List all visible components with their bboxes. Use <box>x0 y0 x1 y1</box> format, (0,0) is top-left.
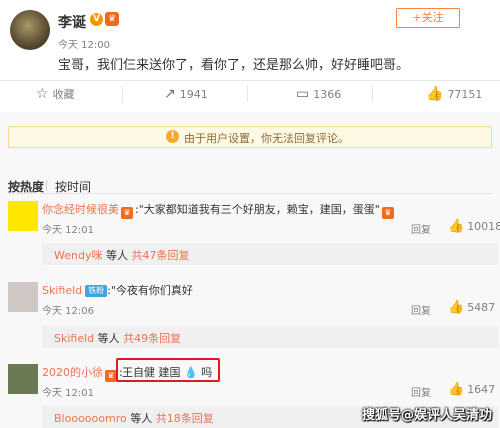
thumbs-up-icon: 👍 <box>448 300 465 315</box>
comment-row: Skifield 铁粉:"今夜有你们真好 <box>42 284 193 297</box>
thumbs-up-icon: 👍 <box>426 86 444 102</box>
sub-reply-user[interactable]: Skifield <box>54 332 94 345</box>
comment-row: 你念经时候很美 ♛:"大家都知道我有三个好朋友，赖宝，建国，蛋蛋" ♛ <box>42 201 396 219</box>
sort-divider <box>46 180 47 191</box>
fan-badge-icon: ♛ <box>121 207 133 219</box>
sub-reply-mid: 等人 <box>97 332 120 345</box>
sub-reply-count-link[interactable]: 共49条回复 <box>123 332 181 345</box>
comment-like-button[interactable]: 👍 1647 <box>448 382 495 397</box>
sub-reply-count-link[interactable]: 共18条回复 <box>156 412 214 425</box>
verified-badge-icon: V <box>90 13 103 26</box>
sort-underline <box>8 193 492 194</box>
reply-button[interactable]: 回复 <box>411 384 431 399</box>
comment-text: "大家都知道我有三个好朋友，赖宝，建国，蛋蛋" <box>138 203 380 216</box>
highlight-box <box>116 358 220 382</box>
collect-button[interactable]: ☆ 收藏 <box>36 86 75 102</box>
commenter-avatar[interactable] <box>8 282 38 312</box>
author-name[interactable]: 李诞 <box>58 12 86 32</box>
comment-time: 今天 12:06 <box>42 306 94 317</box>
sub-reply-mid: 等人 <box>130 412 153 425</box>
reply-button[interactable]: 回复 <box>411 221 431 236</box>
warning-icon: ! <box>166 130 179 143</box>
collect-label: 收藏 <box>52 88 75 101</box>
comment-like-count: 5487 <box>467 301 496 314</box>
comment-like-count: 10018 <box>467 220 500 233</box>
commenter-name[interactable]: Skifield <box>42 284 82 297</box>
action-divider <box>247 86 248 102</box>
action-divider <box>372 86 373 102</box>
comment-time: 今天 12:01 <box>42 225 94 236</box>
star-icon: ☆ <box>36 86 49 102</box>
crown-badge-icon: ♛ <box>381 207 394 219</box>
action-divider <box>122 86 123 102</box>
like-button[interactable]: 👍 77151 <box>426 86 482 102</box>
sub-reply-user[interactable]: Bloooooomro <box>54 412 127 425</box>
commenter-name[interactable]: 你念经时候很美 <box>42 203 119 216</box>
sub-reply-user[interactable]: Wendy咪 <box>54 249 102 262</box>
comment-like-button[interactable]: 👍 5487 <box>448 300 495 315</box>
action-bar <box>0 80 500 108</box>
sub-replies-summary[interactable]: Wendy咪 等人 共47条回复 <box>54 247 189 263</box>
comment-row: 2020的小徐 ♛: <box>42 366 123 382</box>
crown-badge-icon: ♛ <box>105 12 119 26</box>
watermark: 搜狐号@娱评人吴清功 <box>362 408 493 423</box>
comment-like-button[interactable]: 👍 10018 <box>448 219 500 234</box>
like-count: 77151 <box>447 87 483 101</box>
comment-count: 1366 <box>313 87 342 101</box>
thumbs-up-icon: 👍 <box>448 382 465 397</box>
follow-button[interactable]: +关注 <box>396 8 460 28</box>
sub-replies-summary[interactable]: Bloooooomro 等人 共18条回复 <box>54 410 214 426</box>
fan-level-badge: 铁粉 <box>85 285 108 297</box>
repost-button[interactable]: ↗ 1941 <box>164 86 208 102</box>
notice-text: 由于用户设置，你无法回复评论。 <box>184 132 349 145</box>
sub-replies-summary[interactable]: Skifield 等人 共49条回复 <box>54 330 181 346</box>
commenter-name[interactable]: 2020的小徐 <box>42 366 103 379</box>
comment-text: "今夜有你们真好 <box>110 284 193 297</box>
reply-button[interactable]: 回复 <box>411 302 431 317</box>
commenter-avatar[interactable] <box>8 201 38 231</box>
comment-like-count: 1647 <box>467 383 496 396</box>
comment-button[interactable]: ▭ 1366 <box>296 86 341 102</box>
commenter-avatar[interactable] <box>8 364 38 394</box>
sub-reply-mid: 等人 <box>105 249 128 262</box>
post-text: 宝哥，我们仨来送你了，看你了，还是那么帅，好好睡吧哥。 <box>58 58 410 73</box>
repost-icon: ↗ <box>164 86 176 102</box>
comment-icon: ▭ <box>296 86 310 102</box>
author-avatar[interactable] <box>10 10 50 50</box>
sub-reply-count-link[interactable]: 共47条回复 <box>131 249 189 262</box>
thumbs-up-icon: 👍 <box>448 219 465 234</box>
comment-time: 今天 12:01 <box>42 388 94 399</box>
repost-count: 1941 <box>179 87 208 101</box>
post-time: 今天 12:00 <box>58 40 110 51</box>
